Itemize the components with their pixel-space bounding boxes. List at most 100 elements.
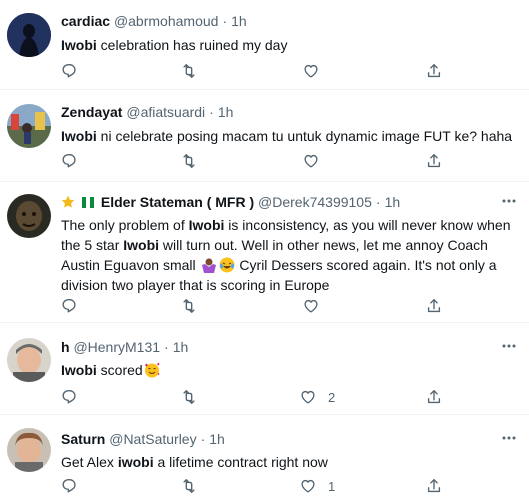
like-button[interactable]: 2	[299, 387, 335, 407]
tweet[interactable]: h @HenryM131 · 1h Iwobi scored 2	[0, 323, 529, 415]
more-options-button[interactable]	[501, 194, 517, 208]
retweet-icon	[183, 64, 195, 78]
separator-dot: ·	[200, 431, 206, 447]
avatar[interactable]	[7, 104, 51, 148]
retweet-icon	[183, 479, 195, 493]
tweet[interactable]: Elder Stateman ( MFR ) @Derek74399105 · 1h…	[0, 182, 529, 323]
tweet[interactable]: Saturn @NatSaturley · 1h Get Alex iwobi a …	[0, 415, 529, 496]
more-icon	[502, 199, 516, 203]
retweet-button[interactable]	[180, 476, 198, 496]
reply-icon	[62, 390, 76, 404]
avatar[interactable]	[7, 194, 51, 238]
avatar[interactable]	[7, 13, 51, 57]
share-icon	[427, 390, 441, 404]
timestamp[interactable]: 1h	[231, 13, 247, 29]
display-name[interactable]: Zendayat	[61, 104, 122, 120]
more-options-button[interactable]	[501, 431, 517, 445]
person-shrugging-emoji-icon	[201, 257, 217, 273]
tweet-text-rest: a lifetime contract right now	[153, 454, 328, 470]
tweet-text: The only problem of Iwobi is inconsisten…	[61, 215, 517, 295]
user-handle[interactable]: @HenryM131	[73, 339, 160, 355]
like-button[interactable]	[302, 61, 320, 81]
heart-icon	[304, 64, 318, 78]
reply-button[interactable]	[60, 387, 78, 407]
nigeria-flag-icon	[82, 195, 94, 208]
share-button[interactable]	[425, 476, 443, 496]
retweet-button[interactable]	[180, 387, 198, 407]
like-count: 1	[328, 478, 336, 494]
tweet-feed: cardiac @abrmohamoud · 1h Iwobi celebratio…	[0, 0, 529, 496]
avatar[interactable]	[7, 338, 51, 382]
reply-button[interactable]	[60, 151, 78, 171]
tweet-actions	[61, 296, 451, 316]
tweet-actions: 1	[61, 476, 451, 496]
like-button[interactable]	[302, 151, 320, 171]
reply-button[interactable]	[60, 296, 78, 316]
timestamp[interactable]: 1h	[218, 104, 234, 120]
smiling-hearts-emoji-icon	[144, 362, 160, 378]
separator-dot: ·	[209, 104, 214, 120]
reply-icon	[62, 154, 76, 168]
highlighted-keyword: Iwobi	[123, 237, 160, 253]
user-handle[interactable]: @NatSaturley	[109, 431, 196, 447]
user-handle[interactable]: @abrmohamoud	[114, 13, 219, 29]
laughing-tears-emoji-icon	[219, 257, 235, 273]
more-options-button[interactable]	[501, 339, 517, 353]
reply-button[interactable]	[60, 61, 78, 81]
display-name[interactable]: cardiac	[61, 13, 110, 29]
tweet-actions	[61, 151, 451, 171]
share-button[interactable]	[425, 61, 443, 81]
share-button[interactable]	[425, 151, 443, 171]
tweet-header: Elder Stateman ( MFR ) @Derek74399105 · 1h	[61, 194, 517, 211]
highlighted-keyword: Iwobi	[61, 362, 97, 378]
retweet-button[interactable]	[180, 61, 198, 81]
like-button[interactable]: 1	[299, 476, 335, 496]
tweet[interactable]: Zendayat @afiatsuardi · 1h Iwobi ni celebr…	[0, 90, 529, 182]
tweet-text: Iwobi scored	[61, 360, 517, 380]
heart-icon	[304, 154, 318, 168]
tweet-text-rest: ni celebrate posing macam tu untuk dynam…	[96, 128, 513, 144]
reply-icon	[62, 479, 76, 493]
user-handle[interactable]: @afiatsuardi	[126, 104, 205, 120]
highlighted-keyword: Iwobi	[188, 217, 225, 233]
reply-icon	[62, 299, 76, 313]
retweet-button[interactable]	[180, 151, 198, 171]
retweet-icon	[183, 390, 195, 404]
separator-dot: ·	[222, 13, 228, 29]
timestamp[interactable]: 1h	[209, 431, 225, 447]
tweet-header: Zendayat @afiatsuardi · 1h	[61, 104, 517, 121]
share-button[interactable]	[425, 296, 443, 316]
tweet-actions: 2	[61, 387, 451, 407]
retweet-icon	[183, 299, 195, 313]
tweet-text-rest: celebration has ruined my day	[96, 37, 288, 53]
tweet-text: Iwobi celebration has ruined my day	[61, 35, 517, 55]
user-handle[interactable]: @Derek74399105	[258, 194, 372, 210]
timestamp[interactable]: 1h	[385, 194, 401, 210]
share-button[interactable]	[425, 387, 443, 407]
tweet-actions	[61, 61, 451, 81]
tweet-header: h @HenryM131 · 1h	[61, 339, 517, 356]
tweet-text-part: The only problem of	[61, 217, 189, 233]
heart-icon	[301, 479, 315, 493]
reply-button[interactable]	[60, 476, 78, 496]
separator-dot: ·	[375, 194, 381, 210]
reply-icon	[62, 64, 76, 78]
tweet-header: cardiac @abrmohamoud · 1h	[61, 13, 517, 30]
tweet-text-part: Get Alex	[61, 454, 118, 470]
more-icon	[502, 344, 516, 348]
highlighted-keyword: iwobi	[117, 454, 154, 470]
timestamp[interactable]: 1h	[173, 339, 189, 355]
highlighted-keyword: Iwobi	[61, 128, 97, 144]
tweet[interactable]: cardiac @abrmohamoud · 1h Iwobi celebratio…	[0, 0, 529, 90]
more-icon	[502, 436, 516, 440]
avatar[interactable]	[7, 428, 51, 472]
display-name[interactable]: Saturn	[61, 431, 105, 447]
retweet-button[interactable]	[180, 296, 198, 316]
tweet-header: Saturn @NatSaturley · 1h	[61, 431, 517, 448]
display-name[interactable]: Elder Stateman ( MFR )	[101, 194, 254, 210]
share-icon	[427, 154, 441, 168]
highlighted-keyword: Iwobi	[61, 37, 97, 53]
share-icon	[427, 299, 441, 313]
display-name[interactable]: h	[61, 339, 70, 355]
like-button[interactable]	[302, 296, 320, 316]
